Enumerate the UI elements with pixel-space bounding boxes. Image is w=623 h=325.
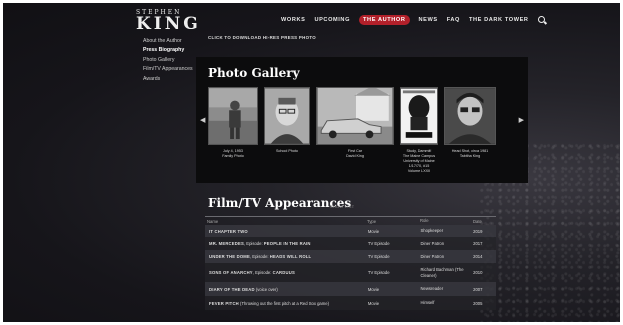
row-episode-label: , Episode: [249,254,269,259]
column-header-name: Name [207,218,219,224]
nav-news[interactable]: NEWS [419,17,438,23]
row-date: 2019 [473,228,483,234]
sidebar-item-awards[interactable]: Awards [143,75,193,84]
row-note: (Throwing out the first pitch at a Red S… [238,300,329,306]
photo-school-portrait [264,87,310,145]
film-tv-table: Name Type Role Date IT CHAPTER TWO Movie… [205,216,496,310]
row-date: 2017 [473,241,483,246]
row-type: TV Episode [367,270,390,275]
gallery-photo[interactable]: Head Shot, circa 1981 Tabitha King [444,87,496,174]
row-title: DIARY OF THE DEAD [209,286,255,292]
row-episode: PEOPLE IN THE RAIN [263,241,311,246]
download-press-photo-link[interactable]: CLICK TO DOWNLOAD HI-RES PRESS PHOTO [208,35,316,40]
photo-caption: School Photo [276,149,298,153]
column-header-date: Date [473,218,482,224]
row-role: Shopkeeper [420,228,444,234]
photo-caption: Volume LXXII [407,169,431,173]
row-role: Himself [420,300,435,306]
gallery-photo[interactable]: School Photo [264,87,310,174]
sidebar-item-film-tv[interactable]: Film/TV Appearances [143,65,193,74]
table-row[interactable]: DIARY OF THE DEAD (voice over) Movie New… [205,282,496,296]
row-type: Movie [367,300,380,306]
site-logo[interactable]: STEPHEN KING [136,9,201,34]
logo-line-2: KING [136,14,201,34]
table-row[interactable]: IT CHAPTER TWO Movie Shopkeeper 2019 [205,225,496,237]
row-episode: HEADS WILL ROLL [269,254,312,259]
table-row[interactable]: MR. MERCEDES, Episode: PEOPLE IN THE RAI… [205,237,496,250]
nav-the-author[interactable]: THE AUTHOR [359,15,410,25]
row-type: Movie [367,228,380,234]
row-role: Newsreader [420,286,444,292]
row-title: IT CHAPTER TWO [209,228,248,234]
photo-gallery: Photo Gallery ◀ ▶ July 4, 1953 Family Ph… [196,57,528,183]
nav-upcoming[interactable]: UPCOMING [314,17,350,23]
photo-first-car [316,87,394,145]
gallery-photo[interactable]: Study, Dammit! The Maine Campus Universi… [400,87,438,174]
sidebar-item-photo-gallery[interactable]: Photo Gallery [143,56,193,65]
sidebar: About the Author Press Biography Photo G… [143,37,193,84]
row-episode: CARDUUS [272,270,295,275]
page-frame: STEPHEN KING WORKS UPCOMING THE AUTHOR N… [3,3,620,322]
table-row[interactable]: FEVER PITCH (Throwing out the first pitc… [205,296,496,310]
row-title: SONS OF ANARCHY [209,270,253,275]
row-episode-label: , Episode: [252,270,272,275]
search-icon[interactable] [537,15,547,25]
table-header: Name Type Role Date [205,217,496,225]
photo-caption: Tabitha King [459,154,481,158]
row-role: Diner Patron [420,253,445,259]
row-date: 2010 [473,270,483,275]
nav-faq[interactable]: FAQ [447,17,460,23]
row-episode-label: , Episode: [243,241,263,246]
chevron-left-icon[interactable]: ◀ [200,116,205,124]
row-title: MR. MERCEDES [209,241,244,246]
row-role: Diner Patron [420,240,445,246]
gallery-photo[interactable]: First Car David King [316,87,394,174]
row-title: UNDER THE DOME [209,254,250,259]
show-list-link[interactable]: SHOW LIST [330,205,355,209]
row-date: 2007 [473,286,483,292]
photo-caption: Family Photo [222,154,244,158]
row-type: Movie [367,286,380,292]
photo-child-outdoors [208,87,258,145]
row-type: TV Episode [367,254,390,259]
photo-study-dammit-clipping [400,87,438,145]
row-type: TV Episode [367,241,390,246]
column-header-role: Role [420,218,429,224]
row-note: (voice over) [254,286,278,292]
table-row[interactable]: UNDER THE DOME, Episode: HEADS WILL ROLL… [205,250,496,263]
chevron-right-icon[interactable]: ▶ [519,116,524,124]
row-title: FEVER PITCH [209,300,239,306]
gallery-title: Photo Gallery [208,66,300,80]
photo-caption: David King [346,154,364,158]
gallery-photo[interactable]: July 4, 1953 Family Photo [208,87,258,174]
nav-the-dark-tower[interactable]: THE DARK TOWER [469,17,529,23]
main-nav: WORKS UPCOMING THE AUTHOR NEWS FAQ THE D… [281,15,547,25]
sidebar-item-about[interactable]: About the Author [143,37,193,46]
row-date: 2014 [473,254,483,259]
photo-head-shot [444,87,496,145]
row-role: Richard Bachman (The Cleaner) [420,267,464,278]
table-row[interactable]: SONS OF ANARCHY, Episode: CARDUUS TV Epi… [205,263,496,282]
column-header-type: Type [367,218,377,224]
sidebar-item-press-biography[interactable]: Press Biography [143,46,193,55]
nav-works[interactable]: WORKS [281,17,305,23]
row-date: 2005 [473,300,483,306]
